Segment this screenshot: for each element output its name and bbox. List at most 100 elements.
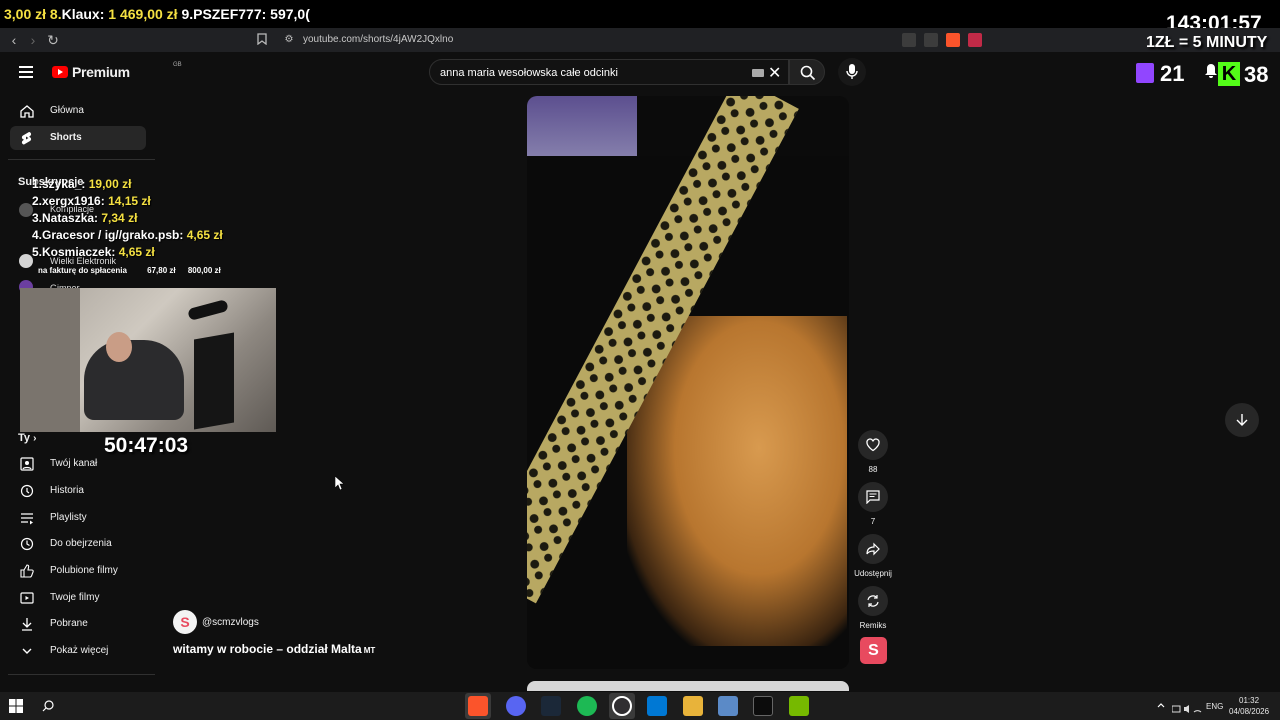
donation-goal: na fakturę do spłacenia 67,80 zł 800,00 … bbox=[38, 266, 231, 275]
donor-name: 4.Gracesor / ig//grako.psb: bbox=[32, 228, 187, 242]
clock-time[interactable]: 01:32 bbox=[1239, 696, 1259, 705]
donor-amount: 14,15 zł bbox=[108, 194, 151, 208]
webcam-streamer bbox=[84, 340, 184, 420]
obs-icon[interactable] bbox=[612, 696, 632, 716]
steam-icon[interactable] bbox=[541, 696, 561, 716]
bookmark-icon[interactable] bbox=[254, 32, 270, 48]
tray-status-icons[interactable] bbox=[1171, 701, 1202, 713]
sidebar-item-playlists[interactable]: Playlisty bbox=[10, 506, 146, 530]
sidebar-item-history[interactable]: Historia bbox=[10, 479, 146, 503]
chevron-down-icon bbox=[22, 648, 32, 654]
donor-row: 3.Nataszka: 7,34 zł bbox=[32, 211, 223, 228]
clear-icon[interactable]: ✕ bbox=[768, 63, 781, 83]
donor-amount: 4,65 zł bbox=[186, 228, 223, 242]
brave-icon[interactable] bbox=[468, 696, 488, 716]
url-bar[interactable]: youtube.com/shorts/4jAW2JQxlno bbox=[303, 34, 453, 45]
taskbar-search-icon[interactable] bbox=[42, 700, 54, 712]
sidebar-item-shorts[interactable]: Shorts bbox=[10, 126, 146, 150]
logo-region: GB bbox=[173, 62, 182, 68]
next-short-preview[interactable] bbox=[527, 681, 849, 691]
share-button[interactable] bbox=[858, 534, 888, 564]
you-heading[interactable]: Ty › bbox=[18, 432, 36, 444]
sidebar-item-downloads[interactable]: Pobrane bbox=[10, 612, 146, 636]
mouse-cursor-icon bbox=[335, 476, 344, 490]
comment-icon bbox=[866, 490, 880, 504]
webcam-feed bbox=[20, 288, 276, 432]
sidebar-item-label: Playlisty bbox=[50, 512, 87, 523]
sidebar-item-label: Pokaż więcej bbox=[50, 645, 109, 656]
next-short-button[interactable] bbox=[1225, 403, 1259, 437]
keyboard-icon[interactable] bbox=[752, 69, 764, 77]
webcam-background bbox=[20, 288, 80, 432]
network-app-icon[interactable] bbox=[718, 696, 738, 716]
sidebar-item-your-videos[interactable]: Twoje filmy bbox=[10, 586, 146, 610]
channel-icon bbox=[20, 457, 34, 471]
reload-icon[interactable]: ↻ bbox=[45, 32, 61, 48]
donor-amount: 19,00 zł bbox=[88, 177, 132, 191]
twitch-viewer-count: 21 bbox=[1160, 61, 1185, 86]
like-button[interactable] bbox=[858, 430, 888, 460]
comment-count: 7 bbox=[870, 517, 876, 526]
short-video-player[interactable] bbox=[527, 96, 849, 669]
webcam-microphone bbox=[187, 299, 229, 321]
kick-viewer-count: 38 bbox=[1244, 62, 1269, 87]
webcam-monitor bbox=[194, 332, 234, 430]
voice-search-button[interactable] bbox=[838, 58, 866, 86]
language-indicator[interactable]: ENG bbox=[1206, 702, 1223, 711]
network-volume-icon bbox=[1171, 705, 1202, 713]
twitch-viewers: 21 bbox=[1136, 60, 1190, 86]
shorts-icon bbox=[21, 132, 32, 145]
goal-target: 800,00 zł bbox=[187, 266, 221, 275]
mic-icon bbox=[846, 64, 858, 79]
sidebar-divider bbox=[8, 674, 155, 675]
cast-icon[interactable] bbox=[924, 33, 938, 47]
donor-row: 2.xergx1916: 14,15 zł bbox=[32, 194, 223, 211]
home-icon bbox=[20, 105, 34, 118]
notifications-icon[interactable] bbox=[1204, 63, 1218, 79]
donor-amount: 4,65 zł bbox=[118, 245, 155, 259]
sidebar-item-home[interactable]: Główna bbox=[10, 99, 146, 123]
file-explorer-icon[interactable] bbox=[683, 696, 703, 716]
translate-icon[interactable] bbox=[902, 33, 916, 47]
sidebar-item-your-channel[interactable]: Twój kanał bbox=[10, 452, 146, 476]
sidebar-item-show-more[interactable]: Pokaż więcej bbox=[10, 639, 146, 663]
donor-name: 2.xergx1916: bbox=[32, 194, 109, 208]
short-title-text: witamy w robocie – oddział Malta bbox=[173, 642, 362, 656]
terminal-icon[interactable] bbox=[753, 696, 773, 716]
tray-chevron-up-icon[interactable] bbox=[1157, 702, 1165, 708]
search-button[interactable] bbox=[789, 59, 825, 85]
site-info-icon[interactable]: ⚙ bbox=[281, 32, 297, 48]
sidebar-item-liked[interactable]: Polubione filmy bbox=[10, 559, 146, 583]
brave-shield-icon[interactable] bbox=[946, 33, 960, 47]
sidebar-item-label: Shorts bbox=[50, 132, 82, 143]
share-label: Udostępnij bbox=[854, 569, 892, 578]
comments-button[interactable] bbox=[858, 482, 888, 512]
donation-ticker: 3,00 zł 8.Klaux: 1 469,00 zł 9.PSZEF777:… bbox=[0, 0, 1280, 28]
windows-start-icon[interactable] bbox=[9, 699, 23, 713]
sidebar-item-watch-later[interactable]: Do obejrzenia bbox=[10, 532, 146, 556]
channel-avatar[interactable]: S bbox=[173, 610, 197, 634]
channel-name[interactable]: @scmzvlogs bbox=[202, 617, 259, 628]
discord-icon[interactable] bbox=[506, 696, 526, 716]
search-input[interactable]: anna maria wesołowska całe odcinki bbox=[440, 67, 618, 79]
vscode-icon[interactable] bbox=[647, 696, 667, 716]
search-box[interactable]: anna maria wesołowska całe odcinki ✕ bbox=[429, 59, 789, 85]
nvidia-icon[interactable] bbox=[789, 696, 809, 716]
remix-button[interactable] bbox=[858, 586, 888, 616]
channel-badge-icon[interactable]: S bbox=[860, 637, 887, 664]
remix-label: Remiks bbox=[859, 621, 887, 630]
brave-rewards-icon[interactable] bbox=[968, 33, 982, 47]
short-title: witamy w robocie – oddział Malta MT bbox=[173, 642, 375, 656]
menu-icon[interactable] bbox=[19, 66, 33, 78]
sidebar-item-label: Pobrane bbox=[50, 618, 88, 629]
donor-name: 3.Nataszka: bbox=[32, 211, 102, 225]
youtube-logo[interactable]: Premium GB bbox=[52, 62, 182, 80]
back-icon[interactable]: ‹ bbox=[6, 32, 22, 48]
ticker-name: Klaux: bbox=[61, 6, 109, 22]
channel-avatar bbox=[19, 203, 33, 217]
channel-avatar bbox=[19, 254, 33, 268]
forward-icon[interactable]: › bbox=[25, 32, 41, 48]
clock-date[interactable]: 04/08/2026 bbox=[1229, 707, 1269, 716]
clock-icon bbox=[20, 537, 34, 551]
spotify-icon[interactable] bbox=[577, 696, 597, 716]
